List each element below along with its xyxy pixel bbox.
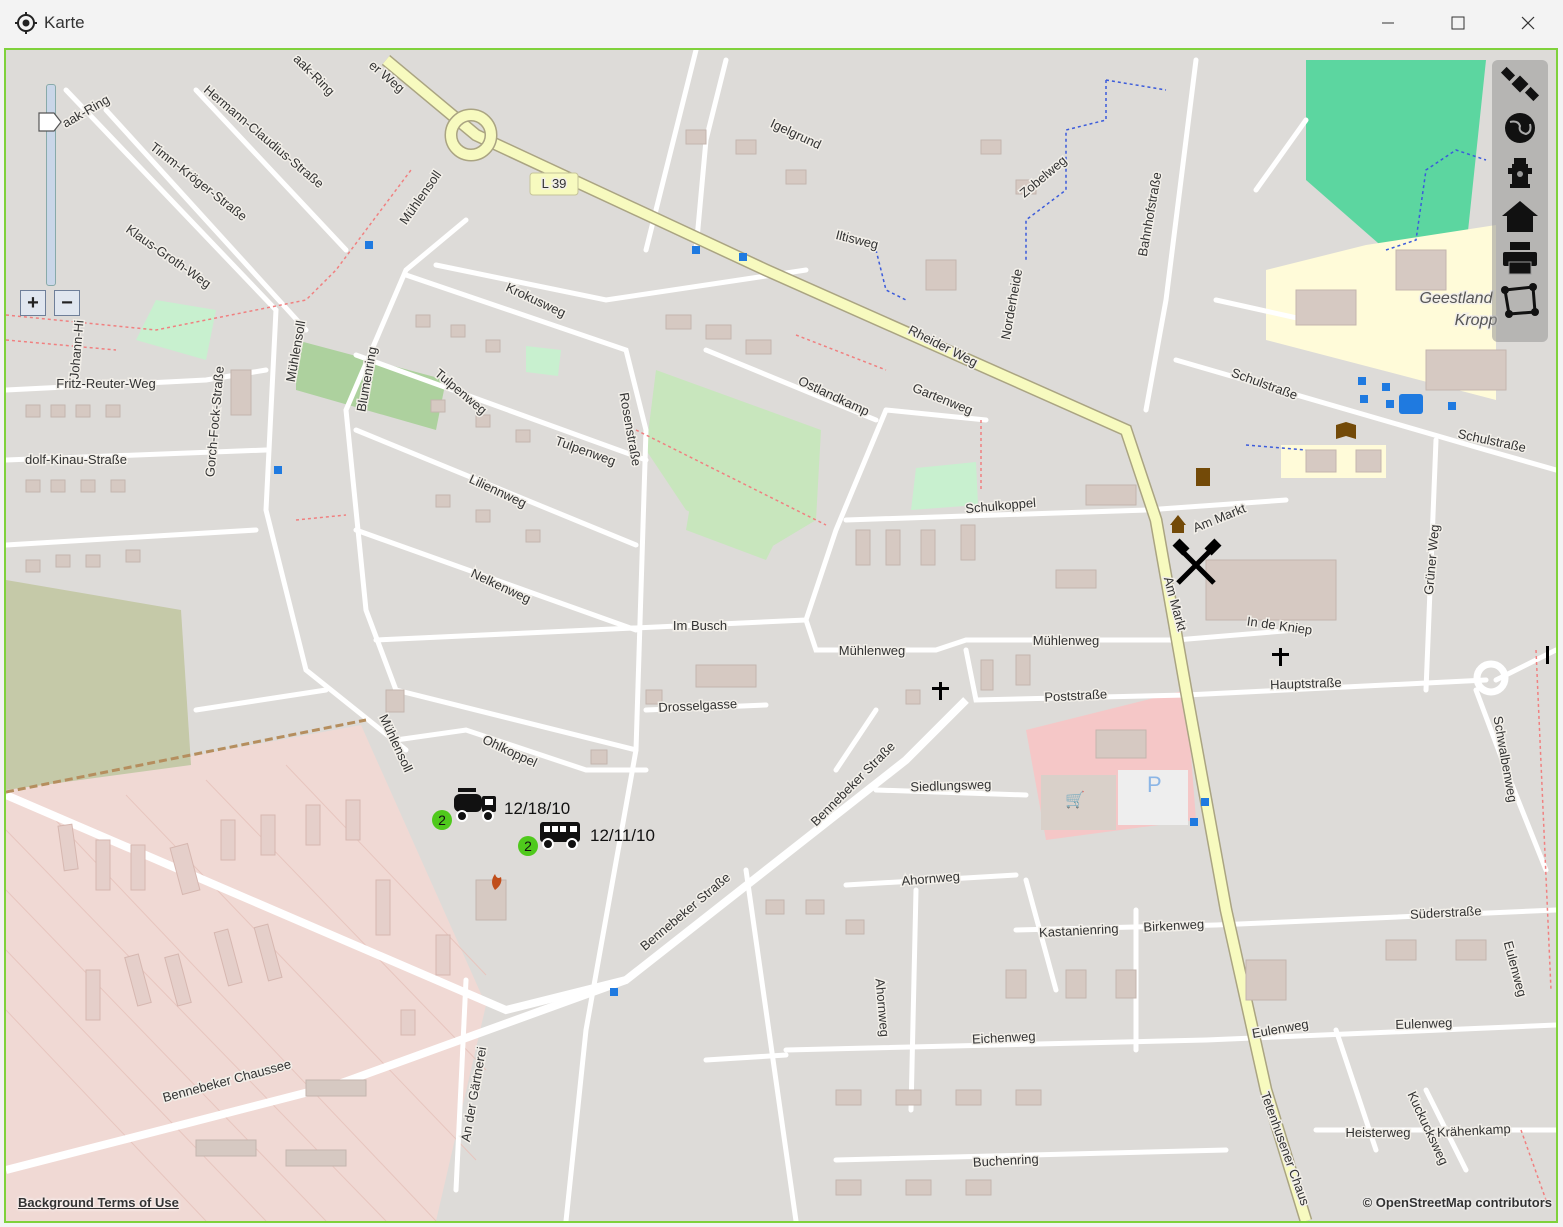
home-icon xyxy=(1502,201,1538,232)
satellite-icon xyxy=(1500,66,1540,102)
street-label: Hauptstraße xyxy=(1270,675,1342,692)
vehicle-count-badge: 2 xyxy=(518,836,538,856)
zoom-out-button[interactable]: − xyxy=(54,290,80,316)
window-title: Karte xyxy=(44,13,85,32)
zoom-slider-handle[interactable] xyxy=(38,112,62,132)
map-toolbar xyxy=(1492,60,1548,342)
globe-button[interactable] xyxy=(1498,108,1542,148)
street-label: Heisterweg xyxy=(1345,1125,1410,1140)
print-button[interactable] xyxy=(1498,238,1542,278)
close-icon xyxy=(1521,16,1535,30)
close-button[interactable] xyxy=(1493,0,1563,46)
title-bar: Karte xyxy=(0,0,1563,46)
polygon-draw-icon xyxy=(1501,283,1539,318)
zoom-out-label: − xyxy=(61,291,73,314)
home-button[interactable] xyxy=(1498,196,1542,236)
printer-icon xyxy=(1503,242,1537,275)
street-label: Eulenweg xyxy=(1395,1015,1453,1032)
tanker-truck-icon xyxy=(454,788,496,822)
maximize-icon xyxy=(1451,16,1465,30)
museum-icon xyxy=(1196,468,1210,486)
street-label: L 39 xyxy=(542,176,567,191)
draw-polygon-button[interactable] xyxy=(1498,280,1542,320)
map-canvas[interactable]: P 🛒 Rheider Weg er Weg L 39 Igelgrund Iltisw… xyxy=(4,48,1558,1223)
globe-icon xyxy=(1505,113,1535,143)
vehicle-marker-label: 12/18/10 xyxy=(504,799,571,818)
vehicle-count-badge: 2 xyxy=(432,810,452,830)
svg-text:🛒: 🛒 xyxy=(1065,790,1085,809)
locate-icon xyxy=(15,12,37,34)
background-terms-link[interactable]: Background Terms of Use xyxy=(18,1195,179,1210)
hydrant-button[interactable] xyxy=(1498,152,1542,192)
svg-text:P: P xyxy=(1147,772,1162,797)
vehicle-marker-label: 12/11/10 xyxy=(590,826,655,845)
bus-station-icon xyxy=(1399,394,1423,414)
map-window: Karte P 🛒 Rheider Weg er Weg L 39 Igelgr… xyxy=(0,0,1563,1227)
satellite-button[interactable] xyxy=(1498,64,1542,104)
street-label: dolf-Kinau-Straße xyxy=(25,452,127,467)
street-label: Geestland xyxy=(1420,290,1494,307)
attribution-text: © OpenStreetMap contributors xyxy=(1362,1195,1552,1210)
fire-hydrant-icon xyxy=(1508,158,1532,188)
street-label: Mühlenweg xyxy=(839,643,906,658)
street-label: Mühlenweg xyxy=(1033,633,1100,648)
maximize-button[interactable] xyxy=(1423,0,1493,46)
minimize-button[interactable] xyxy=(1353,0,1423,46)
fire-engine-icon xyxy=(540,822,580,850)
minimize-icon xyxy=(1382,22,1394,24)
street-label: Birkenweg xyxy=(1143,916,1204,934)
zoom-in-button[interactable]: + xyxy=(20,290,46,316)
street-label: Siedlungsweg xyxy=(910,777,991,795)
map-tiles: P 🛒 Rheider Weger WegL 39IgelgrundIltisw… xyxy=(6,50,1556,1221)
street-label: Im Busch xyxy=(673,618,727,633)
zoom-in-label: + xyxy=(27,291,39,314)
